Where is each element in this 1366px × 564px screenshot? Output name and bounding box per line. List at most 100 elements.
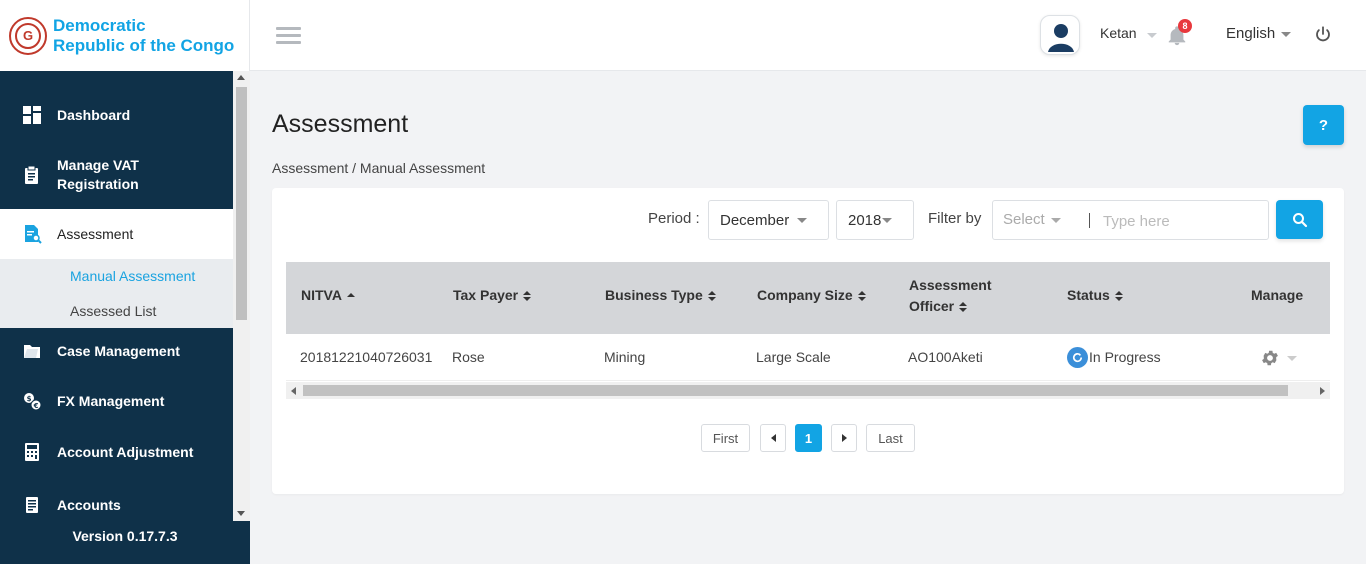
sidebar-item-manage-vat-registration[interactable]: Manage VAT Registration	[0, 148, 233, 202]
column-header-label: Manage	[1251, 287, 1304, 303]
column-header-label: Business Type	[605, 287, 703, 303]
filter-by-label: Filter by	[928, 210, 982, 227]
chevron-down-icon	[882, 218, 892, 223]
brand-line-1: Democratic	[53, 15, 146, 35]
folder-icon	[24, 345, 40, 358]
sort-icon	[1114, 290, 1123, 302]
column-header-label: NITVA	[301, 287, 342, 303]
column-header-nitva[interactable]: NITVA	[301, 285, 355, 306]
sidebar-item-case-management[interactable]: Case Management	[0, 328, 233, 374]
sidebar-item-label: FX Management	[57, 393, 165, 409]
year-select-value: 2018	[848, 211, 882, 229]
table-horizontal-scrollbar[interactable]	[286, 382, 1330, 399]
user-name[interactable]: Ketan	[1100, 25, 1137, 41]
notification-badge: 8	[1178, 19, 1192, 33]
pagination-page-current[interactable]: 1	[795, 424, 822, 452]
page-title: Assessment	[272, 110, 409, 138]
column-header-manage: Manage	[1251, 285, 1303, 306]
scroll-down-icon[interactable]	[237, 511, 245, 516]
search-input[interactable]	[1103, 210, 1263, 232]
sidebar-scrollbar[interactable]	[233, 71, 250, 521]
chevron-right-icon	[841, 434, 847, 442]
menu-toggle-icon[interactable]	[276, 27, 301, 45]
sidebar-subitem-assessed-list[interactable]: Assessed List	[0, 293, 233, 328]
pagination-next[interactable]	[831, 424, 857, 452]
svg-text:€: €	[33, 402, 39, 410]
svg-text:$: $	[27, 395, 32, 403]
sidebar-item-label: Manage VAT Registration	[57, 157, 139, 192]
sidebar-item-label: Case Management	[57, 343, 180, 359]
sidebar-item-accounts[interactable]: Accounts	[0, 482, 233, 528]
year-select[interactable]: 2018	[836, 200, 914, 240]
month-select-value: December	[720, 211, 790, 229]
filter-divider	[1089, 213, 1090, 228]
brand-logo-area[interactable]: G Democratic Republic of the Congo	[0, 0, 250, 71]
cell-business-type: Mining	[604, 349, 646, 365]
dashboard-icon	[23, 106, 41, 124]
sort-icon	[959, 301, 968, 313]
cell-nitva: 20181221040726031	[300, 349, 433, 365]
user-menu-caret-icon[interactable]	[1147, 33, 1157, 38]
search-button[interactable]	[1276, 200, 1323, 239]
cell-officer: AO100Aketi	[908, 349, 983, 365]
column-header-label: Tax Payer	[453, 287, 519, 303]
table-scroll-thumb[interactable]	[303, 385, 1288, 396]
chevron-down-icon	[797, 218, 807, 223]
sidebar-item-assessment[interactable]: Assessment	[0, 209, 233, 259]
column-header-status[interactable]: Status	[1067, 285, 1123, 306]
sidebar-item-label: Dashboard	[57, 107, 131, 123]
gear-icon[interactable]	[1260, 348, 1280, 368]
emblem-icon: G	[9, 16, 47, 55]
language-caret-icon[interactable]	[1281, 32, 1291, 37]
pagination-last[interactable]: Last	[866, 424, 915, 452]
sidebar-item-account-adjustment[interactable]: Account Adjustment	[0, 429, 233, 475]
scroll-left-icon[interactable]	[291, 387, 296, 395]
sidebar-scroll-thumb[interactable]	[236, 87, 247, 320]
column-header-company-size[interactable]: Company Size	[757, 285, 866, 306]
filter-box: Select	[992, 200, 1269, 240]
column-header-tax-payer[interactable]: Tax Payer	[453, 285, 532, 306]
column-header-assessment-officer[interactable]: Assessment Officer	[909, 275, 992, 317]
brand-name: Democratic Republic of the Congo	[53, 16, 234, 56]
cell-status: In Progress	[1089, 349, 1161, 365]
ledger-icon	[26, 497, 38, 513]
sort-asc-icon	[346, 291, 355, 302]
app-version: Version 0.17.7.3	[72, 528, 178, 544]
column-header-business-type[interactable]: Business Type	[605, 285, 716, 306]
column-header-label: Company Size	[757, 287, 853, 303]
cell-tax-payer: Rose	[452, 349, 485, 365]
sort-icon	[523, 290, 532, 302]
sidebar-item-fx-management[interactable]: $ € FX Management	[0, 378, 233, 424]
pagination-prev[interactable]	[760, 424, 786, 452]
help-button[interactable]: ?	[1303, 105, 1344, 145]
chevron-left-icon	[770, 434, 776, 442]
table-row[interactable]: 20181221040726031 Rose Mining Large Scal…	[286, 334, 1330, 381]
sidebar-item-label: Account Adjustment	[57, 444, 194, 460]
sidebar-item-label: Assessment	[57, 226, 134, 242]
sort-icon	[707, 290, 716, 302]
filter-field-select[interactable]: Select	[1003, 211, 1045, 228]
cell-company-size: Large Scale	[756, 349, 831, 365]
scroll-up-icon[interactable]	[237, 75, 245, 80]
in-progress-icon	[1067, 347, 1088, 368]
search-icon	[1292, 212, 1307, 227]
chevron-down-icon[interactable]	[1051, 218, 1061, 223]
user-avatar[interactable]	[1040, 15, 1080, 55]
period-label: Period :	[648, 210, 700, 227]
chevron-down-icon[interactable]	[1287, 356, 1297, 361]
scroll-right-icon[interactable]	[1320, 387, 1325, 395]
breadcrumb: Assessment / Manual Assessment	[272, 160, 486, 176]
sidebar-item-dashboard[interactable]: Dashboard	[0, 92, 233, 138]
pagination-first[interactable]: First	[701, 424, 750, 452]
column-header-label: Status	[1067, 287, 1110, 303]
table-header: NITVA Tax Payer Business Type Company Si…	[286, 262, 1330, 334]
document-search-icon	[25, 225, 42, 244]
column-header-label: Officer	[909, 298, 955, 314]
sidebar-subitem-manual-assessment[interactable]: Manual Assessment	[0, 259, 233, 293]
month-select[interactable]: December	[708, 200, 829, 240]
clipboard-icon	[25, 165, 38, 184]
brand-line-2: Republic of the Congo	[53, 35, 235, 55]
power-icon[interactable]	[1314, 25, 1332, 43]
language-selector[interactable]: English	[1226, 25, 1275, 42]
calculator-icon	[25, 443, 39, 461]
